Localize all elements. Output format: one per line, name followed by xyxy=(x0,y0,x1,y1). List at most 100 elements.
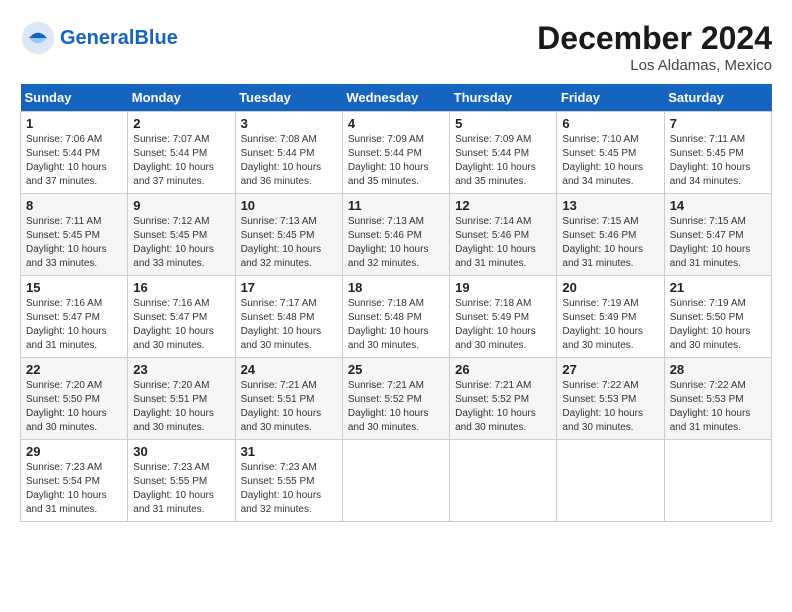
day-number: 15 xyxy=(26,280,122,295)
day-number: 8 xyxy=(26,198,122,213)
calendar-cell xyxy=(450,440,557,522)
day-info: Sunrise: 7:08 AM Sunset: 5:44 PM Dayligh… xyxy=(241,133,337,189)
day-info: Sunrise: 7:09 AM Sunset: 5:44 PM Dayligh… xyxy=(455,133,551,189)
calendar-week-row: 29 Sunrise: 7:23 AM Sunset: 5:54 PM Dayl… xyxy=(21,440,772,522)
day-info: Sunrise: 7:21 AM Sunset: 5:52 PM Dayligh… xyxy=(455,379,551,435)
day-number: 23 xyxy=(133,362,229,377)
calendar-week-row: 8 Sunrise: 7:11 AM Sunset: 5:45 PM Dayli… xyxy=(21,194,772,276)
day-number: 12 xyxy=(455,198,551,213)
calendar-cell: 9 Sunrise: 7:12 AM Sunset: 5:45 PM Dayli… xyxy=(128,194,235,276)
calendar-cell: 7 Sunrise: 7:11 AM Sunset: 5:45 PM Dayli… xyxy=(664,112,771,194)
calendar-cell: 18 Sunrise: 7:18 AM Sunset: 5:48 PM Dayl… xyxy=(342,276,449,358)
day-number: 1 xyxy=(26,116,122,131)
day-number: 14 xyxy=(670,198,766,213)
calendar-cell: 13 Sunrise: 7:15 AM Sunset: 5:46 PM Dayl… xyxy=(557,194,664,276)
logo-general: General xyxy=(60,27,134,49)
day-info: Sunrise: 7:19 AM Sunset: 5:50 PM Dayligh… xyxy=(670,297,766,353)
calendar-cell: 25 Sunrise: 7:21 AM Sunset: 5:52 PM Dayl… xyxy=(342,358,449,440)
calendar-cell: 16 Sunrise: 7:16 AM Sunset: 5:47 PM Dayl… xyxy=(128,276,235,358)
calendar-cell: 30 Sunrise: 7:23 AM Sunset: 5:55 PM Dayl… xyxy=(128,440,235,522)
calendar-cell: 4 Sunrise: 7:09 AM Sunset: 5:44 PM Dayli… xyxy=(342,112,449,194)
day-number: 13 xyxy=(562,198,658,213)
calendar-cell: 5 Sunrise: 7:09 AM Sunset: 5:44 PM Dayli… xyxy=(450,112,557,194)
calendar-week-row: 22 Sunrise: 7:20 AM Sunset: 5:50 PM Dayl… xyxy=(21,358,772,440)
day-info: Sunrise: 7:19 AM Sunset: 5:49 PM Dayligh… xyxy=(562,297,658,353)
day-number: 21 xyxy=(670,280,766,295)
calendar-cell: 10 Sunrise: 7:13 AM Sunset: 5:45 PM Dayl… xyxy=(235,194,342,276)
day-number: 2 xyxy=(133,116,229,131)
calendar-cell: 8 Sunrise: 7:11 AM Sunset: 5:45 PM Dayli… xyxy=(21,194,128,276)
day-info: Sunrise: 7:20 AM Sunset: 5:51 PM Dayligh… xyxy=(133,379,229,435)
logo: GeneralBlue xyxy=(20,20,178,56)
day-number: 6 xyxy=(562,116,658,131)
calendar-cell: 12 Sunrise: 7:14 AM Sunset: 5:46 PM Dayl… xyxy=(450,194,557,276)
day-info: Sunrise: 7:20 AM Sunset: 5:50 PM Dayligh… xyxy=(26,379,122,435)
day-number: 11 xyxy=(348,198,444,213)
day-number: 16 xyxy=(133,280,229,295)
calendar-cell: 2 Sunrise: 7:07 AM Sunset: 5:44 PM Dayli… xyxy=(128,112,235,194)
calendar-header-row: Sunday Monday Tuesday Wednesday Thursday… xyxy=(21,84,772,112)
month-title: December 2024 xyxy=(537,20,772,57)
day-info: Sunrise: 7:17 AM Sunset: 5:48 PM Dayligh… xyxy=(241,297,337,353)
day-info: Sunrise: 7:07 AM Sunset: 5:44 PM Dayligh… xyxy=(133,133,229,189)
title-block: December 2024 Los Aldamas, Mexico xyxy=(537,20,772,74)
day-number: 30 xyxy=(133,444,229,459)
day-info: Sunrise: 7:23 AM Sunset: 5:55 PM Dayligh… xyxy=(133,461,229,517)
day-number: 29 xyxy=(26,444,122,459)
day-info: Sunrise: 7:22 AM Sunset: 5:53 PM Dayligh… xyxy=(562,379,658,435)
day-info: Sunrise: 7:10 AM Sunset: 5:45 PM Dayligh… xyxy=(562,133,658,189)
day-number: 18 xyxy=(348,280,444,295)
day-info: Sunrise: 7:23 AM Sunset: 5:55 PM Dayligh… xyxy=(241,461,337,517)
day-info: Sunrise: 7:13 AM Sunset: 5:45 PM Dayligh… xyxy=(241,215,337,271)
calendar-cell xyxy=(342,440,449,522)
calendar-cell: 19 Sunrise: 7:18 AM Sunset: 5:49 PM Dayl… xyxy=(450,276,557,358)
header-sunday: Sunday xyxy=(21,84,128,112)
location: Los Aldamas, Mexico xyxy=(537,57,772,74)
day-info: Sunrise: 7:21 AM Sunset: 5:51 PM Dayligh… xyxy=(241,379,337,435)
calendar-cell: 29 Sunrise: 7:23 AM Sunset: 5:54 PM Dayl… xyxy=(21,440,128,522)
calendar-cell: 1 Sunrise: 7:06 AM Sunset: 5:44 PM Dayli… xyxy=(21,112,128,194)
calendar-cell: 21 Sunrise: 7:19 AM Sunset: 5:50 PM Dayl… xyxy=(664,276,771,358)
calendar-table: Sunday Monday Tuesday Wednesday Thursday… xyxy=(20,84,772,522)
calendar-cell: 28 Sunrise: 7:22 AM Sunset: 5:53 PM Dayl… xyxy=(664,358,771,440)
day-info: Sunrise: 7:15 AM Sunset: 5:47 PM Dayligh… xyxy=(670,215,766,271)
calendar-cell: 23 Sunrise: 7:20 AM Sunset: 5:51 PM Dayl… xyxy=(128,358,235,440)
day-number: 3 xyxy=(241,116,337,131)
day-number: 4 xyxy=(348,116,444,131)
day-info: Sunrise: 7:18 AM Sunset: 5:48 PM Dayligh… xyxy=(348,297,444,353)
calendar-cell xyxy=(557,440,664,522)
day-number: 17 xyxy=(241,280,337,295)
calendar-cell: 15 Sunrise: 7:16 AM Sunset: 5:47 PM Dayl… xyxy=(21,276,128,358)
calendar-cell: 6 Sunrise: 7:10 AM Sunset: 5:45 PM Dayli… xyxy=(557,112,664,194)
day-info: Sunrise: 7:23 AM Sunset: 5:54 PM Dayligh… xyxy=(26,461,122,517)
day-number: 9 xyxy=(133,198,229,213)
day-number: 31 xyxy=(241,444,337,459)
header-thursday: Thursday xyxy=(450,84,557,112)
day-number: 28 xyxy=(670,362,766,377)
calendar-cell: 26 Sunrise: 7:21 AM Sunset: 5:52 PM Dayl… xyxy=(450,358,557,440)
calendar-cell: 20 Sunrise: 7:19 AM Sunset: 5:49 PM Dayl… xyxy=(557,276,664,358)
day-number: 24 xyxy=(241,362,337,377)
calendar-cell: 14 Sunrise: 7:15 AM Sunset: 5:47 PM Dayl… xyxy=(664,194,771,276)
calendar-cell: 3 Sunrise: 7:08 AM Sunset: 5:44 PM Dayli… xyxy=(235,112,342,194)
day-number: 26 xyxy=(455,362,551,377)
header-wednesday: Wednesday xyxy=(342,84,449,112)
day-info: Sunrise: 7:12 AM Sunset: 5:45 PM Dayligh… xyxy=(133,215,229,271)
calendar-cell xyxy=(664,440,771,522)
calendar-cell: 24 Sunrise: 7:21 AM Sunset: 5:51 PM Dayl… xyxy=(235,358,342,440)
calendar-week-row: 15 Sunrise: 7:16 AM Sunset: 5:47 PM Dayl… xyxy=(21,276,772,358)
day-number: 27 xyxy=(562,362,658,377)
general-blue-icon xyxy=(20,20,56,56)
day-info: Sunrise: 7:09 AM Sunset: 5:44 PM Dayligh… xyxy=(348,133,444,189)
day-info: Sunrise: 7:18 AM Sunset: 5:49 PM Dayligh… xyxy=(455,297,551,353)
calendar-cell: 17 Sunrise: 7:17 AM Sunset: 5:48 PM Dayl… xyxy=(235,276,342,358)
logo-blue: Blue xyxy=(134,27,177,49)
calendar-cell: 31 Sunrise: 7:23 AM Sunset: 5:55 PM Dayl… xyxy=(235,440,342,522)
day-info: Sunrise: 7:22 AM Sunset: 5:53 PM Dayligh… xyxy=(670,379,766,435)
day-info: Sunrise: 7:13 AM Sunset: 5:46 PM Dayligh… xyxy=(348,215,444,271)
header-saturday: Saturday xyxy=(664,84,771,112)
day-info: Sunrise: 7:16 AM Sunset: 5:47 PM Dayligh… xyxy=(133,297,229,353)
day-number: 5 xyxy=(455,116,551,131)
day-info: Sunrise: 7:11 AM Sunset: 5:45 PM Dayligh… xyxy=(26,215,122,271)
day-info: Sunrise: 7:14 AM Sunset: 5:46 PM Dayligh… xyxy=(455,215,551,271)
